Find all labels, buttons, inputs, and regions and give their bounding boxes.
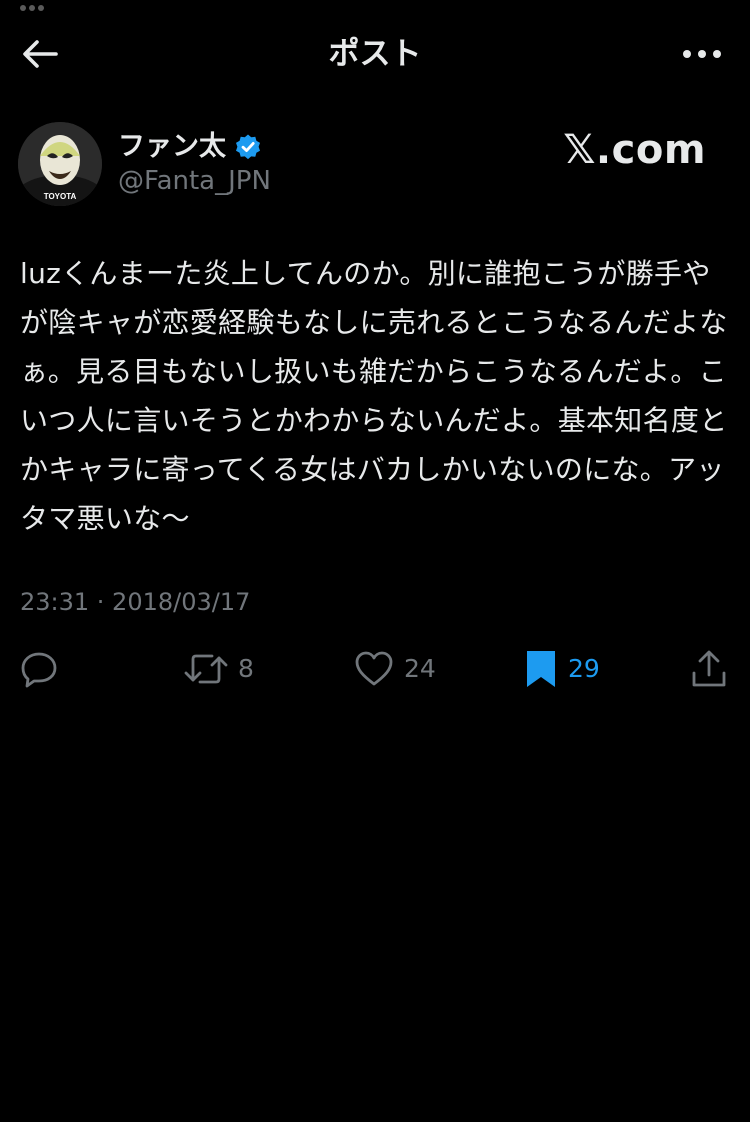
heart-icon: [355, 651, 393, 686]
more-options-button[interactable]: [676, 34, 728, 74]
share-button[interactable]: [690, 642, 728, 696]
reply-icon: [21, 652, 57, 688]
post-action-bar: 8 24 29: [0, 642, 750, 696]
share-icon: [692, 650, 726, 687]
status-bar-dots: [20, 0, 48, 11]
verified-badge-icon: [236, 134, 260, 160]
reply-button[interactable]: [20, 642, 58, 696]
display-name[interactable]: ファン太: [118, 131, 226, 163]
x-brand-watermark: 𝕏.com: [563, 127, 706, 173]
bookmark-icon: [527, 651, 555, 687]
status-dot: [38, 5, 44, 11]
status-dot: [20, 5, 26, 11]
page-title: ポスト: [328, 36, 422, 72]
avatar[interactable]: TOYOTA: [18, 122, 102, 206]
post-text: luzくんまーた炎上してんのか。別に誰抱こうが勝手やが陰キャが恋愛経験もなしに売…: [20, 257, 728, 535]
post-timestamp[interactable]: 23:31 · 2018/03/17: [20, 584, 250, 620]
avatar-badge-text: TOYOTA: [44, 192, 77, 201]
repost-icon: [184, 654, 228, 684]
top-nav-bar: ポスト: [0, 20, 750, 86]
more-horizontal-icon: [683, 50, 721, 58]
user-handle[interactable]: @Fanta_JPN: [118, 165, 271, 197]
like-count: 24: [404, 654, 436, 683]
status-dot: [29, 5, 35, 11]
repost-button[interactable]: 8: [184, 642, 254, 696]
like-button[interactable]: 24: [354, 642, 436, 696]
author-name-row[interactable]: ファン太: [118, 130, 262, 164]
repost-count: 8: [238, 654, 254, 683]
bookmark-button[interactable]: 29: [524, 642, 600, 696]
bookmark-count: 29: [568, 654, 600, 683]
avatar-masked-wrestler-image: TOYOTA: [18, 122, 102, 206]
